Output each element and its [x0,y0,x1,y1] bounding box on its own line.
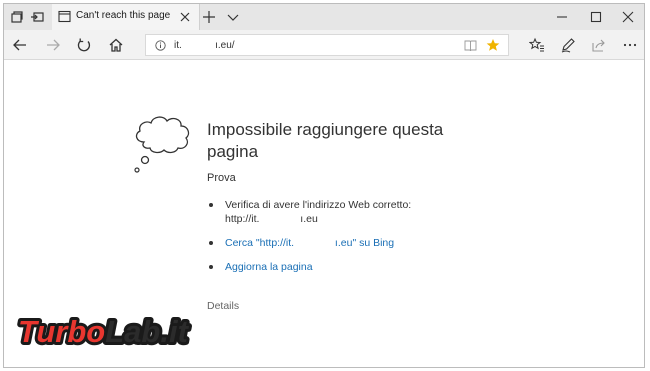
favorites-hub-icon[interactable] [529,37,545,53]
suggestion-search-bing: Cerca "http://it. ı.eu" su Bing [207,236,467,250]
svg-text:TurboLab.it: TurboLab.it [18,314,190,349]
error-title: Impossibile raggiungere questa pagina [207,120,444,161]
suggestion-refresh: Aggiorna la pagina [207,260,467,274]
suggestion-list: Verifica di avere l'indirizzo Web corret… [207,198,467,284]
tab-active[interactable]: Can't reach this page [52,4,200,30]
title-bar: Can't reach this page [4,4,644,30]
more-icon[interactable] [622,37,638,53]
address-bar[interactable]: it. ı.eu/ [145,34,509,56]
chevron-down-icon[interactable] [226,11,240,23]
browser-window: Can't reach this page it. ı.eu/ Impossib… [3,3,645,368]
turbolab-watermark-logo: TurboLab.it TurboLab.it [15,311,193,352]
tab-manager-icon[interactable] [10,10,24,24]
refresh-icon[interactable] [76,37,92,53]
suggestion-text: Verifica di avere l'indirizzo Web corret… [225,199,412,225]
plus-icon[interactable] [202,10,216,24]
set-aside-tabs-icon[interactable] [30,10,44,24]
suggestion-check-address: Verifica di avere l'indirizzo Web corret… [207,198,467,226]
favorite-star-icon[interactable] [486,38,500,52]
url-text: it. ı.eu/ [174,40,235,51]
maximize-icon[interactable] [589,10,603,24]
pen-icon[interactable] [560,37,576,53]
tab-title: Can't reach this page [76,10,171,21]
close-icon[interactable] [179,11,191,23]
info-icon[interactable] [155,40,166,51]
home-icon[interactable] [108,37,124,53]
thought-cloud-icon [134,116,190,173]
share-icon[interactable] [591,37,607,53]
search-bing-link[interactable]: Cerca "http://it. ı.eu" su Bing [225,237,394,249]
reading-view-icon[interactable] [464,39,477,52]
page-icon [58,10,71,23]
back-icon[interactable] [12,37,28,53]
minimize-icon[interactable] [555,10,569,24]
forward-icon[interactable] [45,37,61,53]
try-label: Prova [207,172,236,184]
close-window-icon[interactable] [621,10,635,24]
refresh-page-link[interactable]: Aggiorna la pagina [225,261,313,273]
nav-toolbar: it. ı.eu/ [4,30,644,60]
